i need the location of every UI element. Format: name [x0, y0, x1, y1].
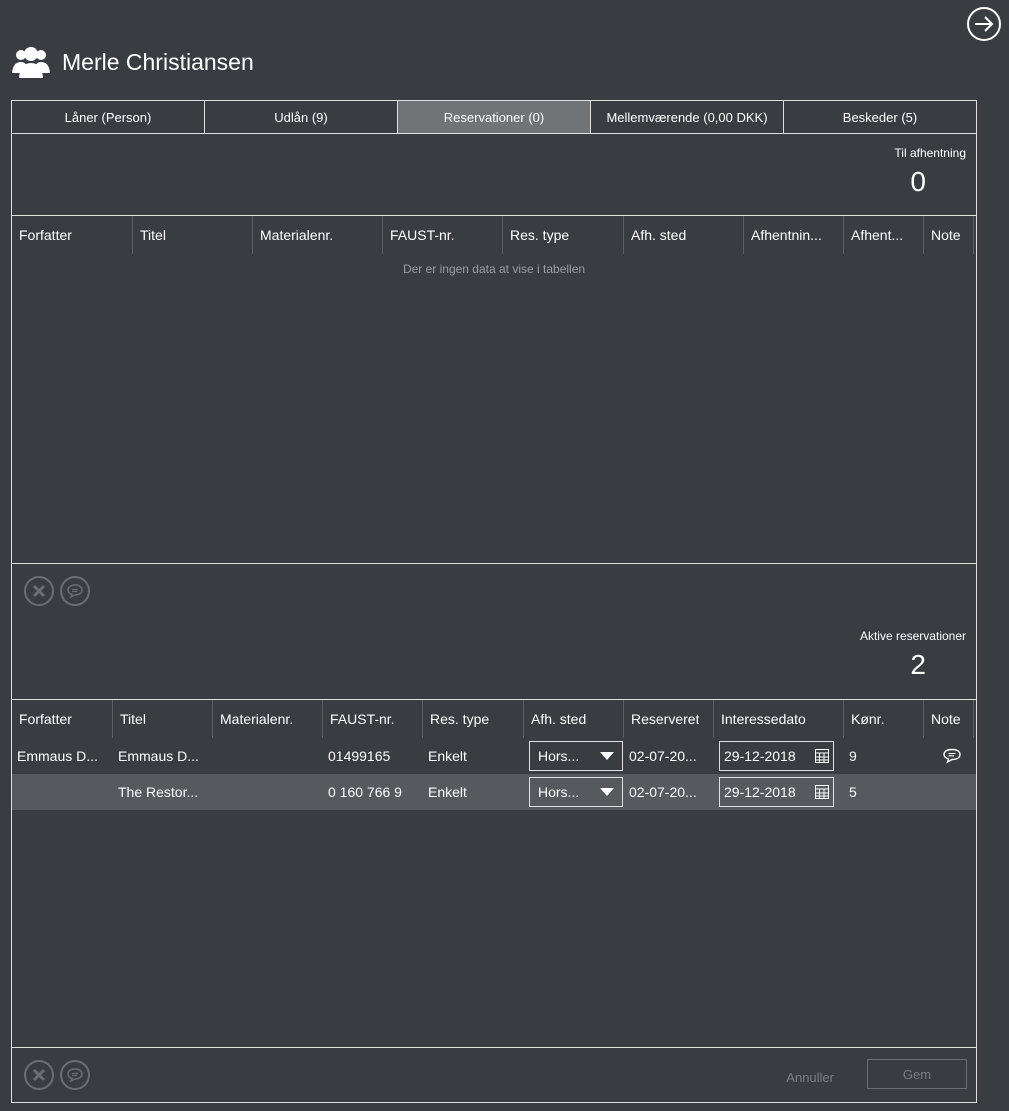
delete-button[interactable] [24, 576, 54, 606]
tab-bar: Låner (Person) Udlån (9) Reservationer (… [11, 100, 977, 134]
column-header[interactable]: Res. type [423, 700, 524, 738]
column-header[interactable]: Titel [113, 700, 213, 738]
close-icon [32, 1068, 46, 1082]
cell-author: Emmaus D... [17, 748, 98, 764]
column-header[interactable]: FAUST-nr. [323, 700, 423, 738]
column-header[interactable]: Materialenr. [253, 216, 383, 254]
tab-udlan[interactable]: Udlån (9) [205, 101, 398, 133]
cell-pickup-place: Hors... [524, 738, 624, 774]
empty-table-message: Der er ingen data at vise i tabellen [402, 262, 586, 276]
pickup-place-select[interactable]: Hors... [529, 741, 623, 771]
tab-laner[interactable]: Låner (Person) [12, 101, 205, 133]
active-label: Aktive reservationer [859, 629, 966, 643]
column-header[interactable]: Afhentnin... [744, 216, 844, 254]
pickup-place-value: Hors... [538, 748, 580, 764]
pickup-counter: Til afhentning 0 [894, 146, 966, 198]
reservations-panel: Til afhentning 0 Forfatter Titel Materia… [11, 133, 977, 1103]
table-row[interactable]: Emmaus D... Emmaus D... 01499165 Enkelt … [12, 738, 976, 774]
column-header[interactable]: Reserveret [624, 700, 714, 738]
note-button[interactable] [60, 1060, 90, 1090]
column-header[interactable]: Forfatter [12, 700, 113, 738]
cell-queue: 9 [849, 748, 857, 764]
column-header[interactable]: Afh. sted [524, 700, 624, 738]
active-reservations-table: Forfatter Titel Materialenr. FAUST-nr. R… [12, 699, 976, 1048]
column-header[interactable]: Materialenr. [213, 700, 323, 738]
cell-material [213, 738, 323, 774]
pickup-table: Forfatter Titel Materialenr. FAUST-nr. R… [12, 215, 976, 564]
chevron-down-icon [600, 752, 614, 760]
cell-material [213, 774, 323, 810]
pickup-place-value: Hors... [538, 784, 580, 800]
tab-beskeder[interactable]: Beskeder (5) [784, 101, 976, 133]
chevron-down-icon [600, 788, 614, 796]
cell-reserved: 02-07-20... [629, 748, 697, 764]
pickup-place-select[interactable]: Hors... [529, 777, 623, 807]
cell-res-type: Enkelt [428, 784, 467, 800]
active-count: 2 [910, 649, 926, 680]
cell-interest-date: 29-12-2018 [714, 774, 844, 810]
comment-icon [67, 1068, 83, 1083]
calendar-icon[interactable] [815, 749, 829, 763]
calendar-icon[interactable] [815, 785, 829, 799]
column-header[interactable]: Forfatter [12, 216, 133, 254]
cell-queue: 5 [849, 784, 857, 800]
comment-icon [67, 584, 83, 599]
cell-title: The Restor... [118, 784, 199, 800]
interest-date-input[interactable]: 29-12-2018 [719, 777, 834, 807]
arrow-right-icon [975, 16, 994, 32]
column-header[interactable]: Res. type [503, 216, 624, 254]
active-counter: Aktive reservationer 2 [860, 629, 966, 681]
note-button[interactable] [60, 576, 90, 606]
cell-reserved: 02-07-20... [629, 784, 697, 800]
interest-date-input[interactable]: 29-12-2018 [719, 741, 834, 771]
tab-mellemvaerende[interactable]: Mellemværende (0,00 DKK) [591, 101, 784, 133]
save-button[interactable]: Gem [867, 1059, 967, 1089]
cell-title: Emmaus D... [118, 748, 199, 764]
interest-date-value: 29-12-2018 [724, 748, 796, 764]
column-header[interactable]: Note [924, 700, 974, 738]
pickup-count: 0 [910, 166, 926, 197]
comment-icon[interactable] [942, 748, 962, 764]
table-row[interactable]: The Restor... 0 160 766 9 Enkelt Hors...… [12, 774, 976, 810]
cell-note [924, 738, 974, 774]
close-icon [32, 584, 46, 598]
cell-faust: 01499165 [328, 748, 391, 764]
active-table-header: Forfatter Titel Materialenr. FAUST-nr. R… [12, 700, 976, 738]
pickup-actions [24, 576, 90, 606]
active-actions [24, 1060, 90, 1090]
users-icon [12, 47, 50, 78]
tab-reservationer[interactable]: Reservationer (0) [398, 101, 591, 133]
cell-faust: 0 160 766 9 [328, 784, 402, 800]
cell-interest-date: 29-12-2018 [714, 738, 844, 774]
column-header[interactable]: Afh. sted [624, 216, 744, 254]
patron-header: Merle Christiansen [12, 42, 254, 82]
cell-pickup-place: Hors... [524, 774, 624, 810]
cell-res-type: Enkelt [428, 748, 467, 764]
pickup-table-header: Forfatter Titel Materialenr. FAUST-nr. R… [12, 216, 976, 254]
cell-note [924, 774, 974, 810]
pickup-label: Til afhentning [894, 146, 966, 160]
column-header[interactable]: Note [924, 216, 974, 254]
patron-name: Merle Christiansen [62, 48, 254, 75]
column-header[interactable]: Interessedato [714, 700, 844, 738]
logout-button[interactable] [967, 7, 1001, 41]
column-header[interactable]: Titel [133, 216, 253, 254]
column-header[interactable]: Kønr. [844, 700, 924, 738]
interest-date-value: 29-12-2018 [724, 784, 796, 800]
cancel-button[interactable]: Annuller [786, 1070, 834, 1085]
cell-author [12, 774, 113, 810]
delete-button[interactable] [24, 1060, 54, 1090]
column-header[interactable]: Afhent... [844, 216, 924, 254]
column-header[interactable]: FAUST-nr. [383, 216, 503, 254]
